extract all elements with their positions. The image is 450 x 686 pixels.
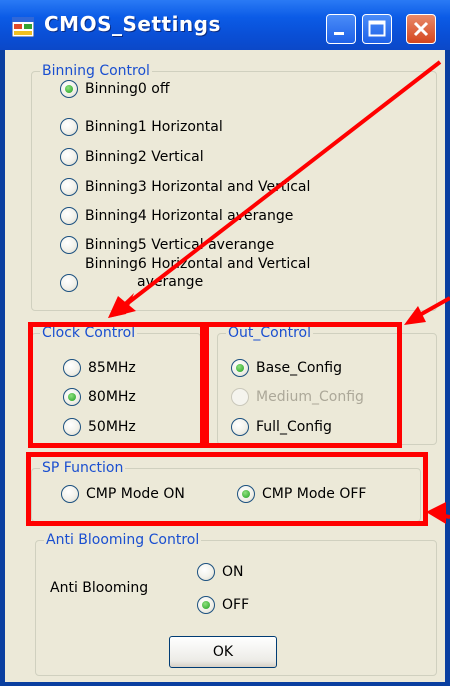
radio-circle xyxy=(60,80,78,98)
radio-circle xyxy=(60,178,78,196)
radio-circle xyxy=(60,118,78,136)
anti-blooming-on-radio[interactable]: ON xyxy=(197,563,244,581)
radio-circle xyxy=(60,274,78,292)
radio-label: Binning1 Horizontal xyxy=(85,119,223,135)
binning0-radio[interactable]: Binning0 off xyxy=(60,80,169,98)
binning6-radio[interactable]: Binning6 Horizontal and Vertical averang… xyxy=(60,256,310,292)
radio-label: Binning0 off xyxy=(85,81,170,97)
radio-circle xyxy=(60,236,78,254)
radio-label-line2: averange xyxy=(137,274,204,290)
maximize-icon xyxy=(368,20,386,37)
binning4-radio[interactable]: Binning4 Horizontal averange xyxy=(60,207,293,225)
window-title: CMOS_Settings xyxy=(44,12,221,36)
binning5-radio[interactable]: Binning5 Vertical averange xyxy=(60,236,274,254)
app-icon xyxy=(12,17,34,37)
binning-control-legend: Binning Control xyxy=(40,63,152,79)
binning2-radio[interactable]: Binning2 Vertical xyxy=(60,148,204,166)
out-control-highlight xyxy=(204,322,402,448)
radio-label: OFF xyxy=(222,597,250,613)
maximize-button[interactable] xyxy=(362,14,392,44)
minimize-button[interactable] xyxy=(326,14,356,44)
ok-button[interactable]: OK xyxy=(169,636,277,668)
title-bar[interactable]: CMOS_Settings xyxy=(0,0,450,50)
sp-function-highlight xyxy=(26,452,428,526)
close-button[interactable] xyxy=(406,14,436,44)
anti-blooming-off-radio[interactable]: OFF xyxy=(197,596,249,614)
radio-label: ON xyxy=(222,564,244,580)
radio-circle xyxy=(60,148,78,166)
radio-label: Binning3 Horizontal and Vertical xyxy=(85,179,311,195)
anti-blooming-label: Anti Blooming xyxy=(50,580,149,596)
clock-control-highlight xyxy=(28,322,205,448)
close-icon xyxy=(413,21,429,37)
minimize-icon xyxy=(334,32,344,35)
binning1-radio[interactable]: Binning1 Horizontal xyxy=(60,118,223,136)
radio-label: Binning2 Vertical xyxy=(85,149,204,165)
anti-blooming-legend: Anti Blooming Control xyxy=(44,532,202,548)
radio-label: Binning6 Horizontal and Vertical xyxy=(85,256,311,272)
binning6-label: Binning6 Horizontal and Vertical averang… xyxy=(85,255,310,291)
radio-circle xyxy=(197,563,215,581)
radio-circle xyxy=(60,207,78,225)
radio-label: Binning5 Vertical averange xyxy=(85,237,275,253)
window: CMOS_Settings Binning Control Binning0 o… xyxy=(0,0,450,686)
radio-circle xyxy=(197,596,215,614)
radio-label: Binning4 Horizontal averange xyxy=(85,208,294,224)
binning3-radio[interactable]: Binning3 Horizontal and Vertical xyxy=(60,178,310,196)
